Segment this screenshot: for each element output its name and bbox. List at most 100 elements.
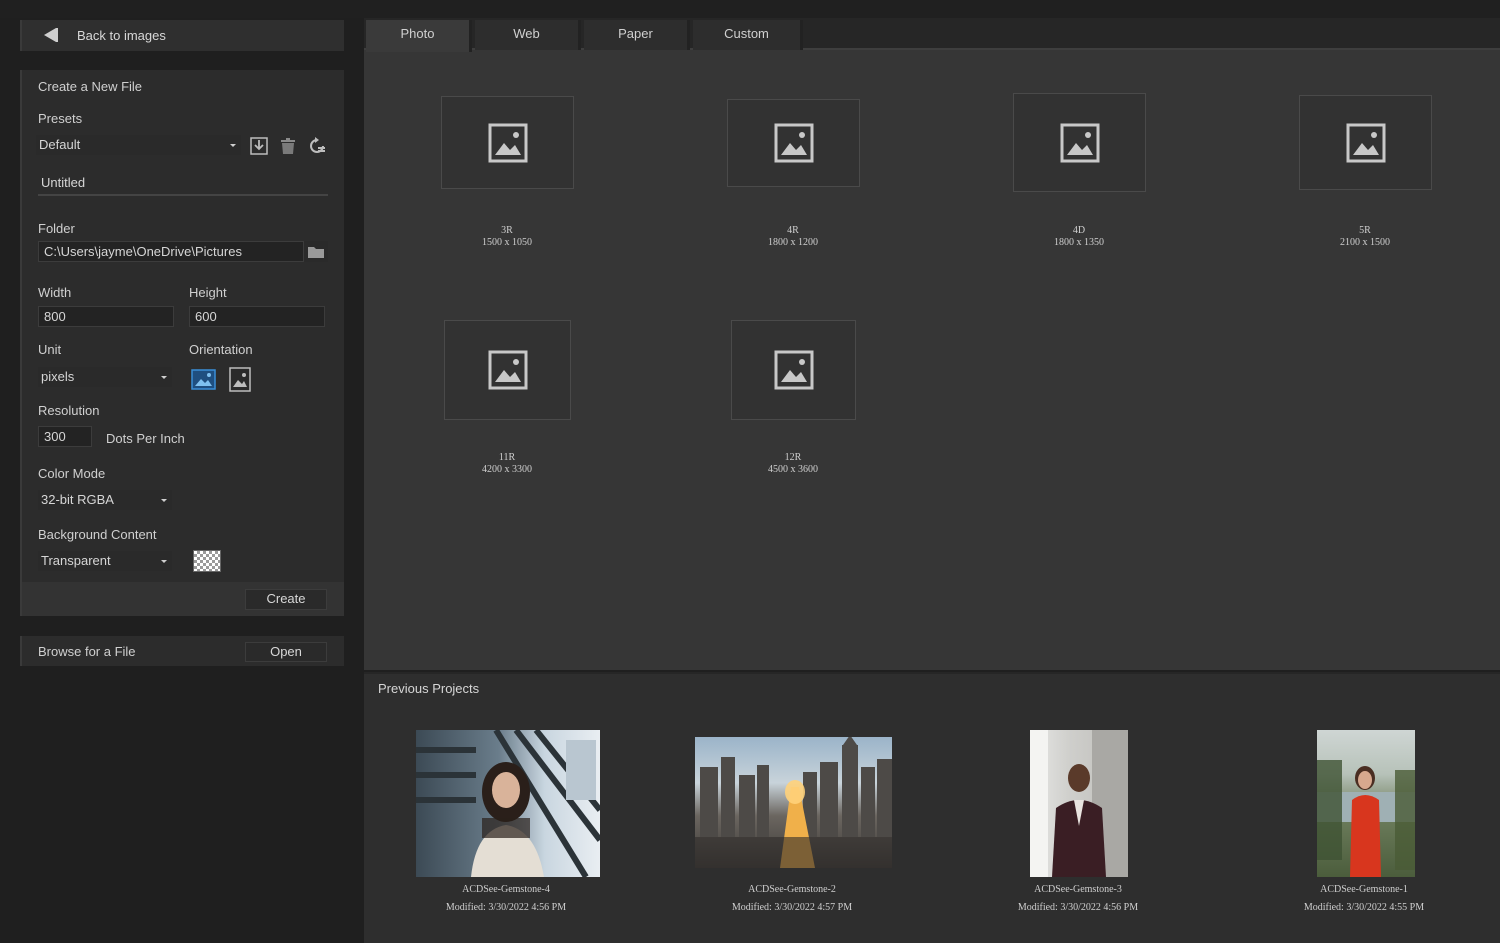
create-footer: Create <box>20 582 344 616</box>
project-caption-gemstone-2: ACDSee-Gemstone-2Modified: 3/30/2022 4:5… <box>692 881 892 917</box>
image-placeholder-icon <box>774 350 814 390</box>
preset-caption-5r: 5R2100 x 1500 <box>1285 225 1445 249</box>
background-content-dropdown[interactable]: Transparent <box>38 551 172 571</box>
browse-for-file-row: Browse for a File Open <box>20 636 344 666</box>
filename-input[interactable]: Untitled <box>38 173 328 196</box>
preset-caption-4d: 4D1800 x 1350 <box>999 225 1159 249</box>
preset-name: 3R <box>427 225 587 237</box>
presets-label: Presets <box>38 111 82 126</box>
orientation-label: Orientation <box>189 342 253 357</box>
create-new-file-panel: Create a New File Presets Default Untitl… <box>20 70 344 616</box>
preset-tile-5r[interactable] <box>1299 95 1432 190</box>
project-photo <box>416 730 600 877</box>
unit-label: Unit <box>38 342 61 357</box>
browse-folder-icon[interactable] <box>304 241 328 262</box>
project-thumbnail-gemstone-3[interactable] <box>1030 730 1128 877</box>
preset-size: 4500 x 3600 <box>713 464 873 476</box>
save-preset-icon[interactable] <box>248 135 270 157</box>
project-modified: Modified: 3/30/2022 4:57 PM <box>692 899 892 917</box>
image-placeholder-icon <box>488 123 528 163</box>
presets-dropdown[interactable]: Default <box>36 135 241 155</box>
portrait-orientation-icon[interactable] <box>229 367 251 392</box>
preset-size: 1500 x 1050 <box>427 237 587 249</box>
project-name: ACDSee-Gemstone-1 <box>1264 881 1464 899</box>
preset-name: 4D <box>999 225 1159 237</box>
color-mode-dropdown[interactable]: 32-bit RGBA <box>38 490 172 510</box>
previous-projects-title: Previous Projects <box>378 681 479 696</box>
image-placeholder-icon <box>1060 123 1100 163</box>
width-label: Width <box>38 285 71 300</box>
background-content-value: Transparent <box>41 553 111 568</box>
panel-title: Create a New File <box>38 79 142 94</box>
project-thumbnail-gemstone-2[interactable] <box>695 737 892 868</box>
project-thumbnail-gemstone-4[interactable] <box>416 730 600 877</box>
project-modified: Modified: 3/30/2022 4:56 PM <box>406 899 606 917</box>
reset-preset-icon[interactable] <box>306 135 328 157</box>
preset-caption-11r: 11R4200 x 3300 <box>427 452 587 476</box>
folder-path-input[interactable]: C:\Users\jayme\OneDrive\Pictures <box>38 241 304 262</box>
preset-tile-11r[interactable] <box>444 320 571 420</box>
tab-paper[interactable]: Paper <box>584 20 690 50</box>
image-placeholder-icon <box>488 350 528 390</box>
preset-tile-4r[interactable] <box>727 99 860 187</box>
preset-name: 4R <box>713 225 873 237</box>
preset-tile-3r[interactable] <box>441 96 574 189</box>
project-name: ACDSee-Gemstone-3 <box>978 881 1178 899</box>
project-modified: Modified: 3/30/2022 4:55 PM <box>1264 899 1464 917</box>
unit-dropdown[interactable]: pixels <box>38 367 172 387</box>
preset-name: 11R <box>427 452 587 464</box>
landscape-orientation-icon[interactable] <box>191 368 216 391</box>
preset-size: 4200 x 3300 <box>427 464 587 476</box>
height-input[interactable]: 600 <box>189 306 325 327</box>
back-to-images-button[interactable]: Back to images <box>20 20 344 51</box>
project-modified: Modified: 3/30/2022 4:56 PM <box>978 899 1178 917</box>
chevron-down-icon <box>161 560 167 563</box>
project-photo <box>695 737 892 868</box>
project-photo <box>1030 730 1128 877</box>
resolution-input[interactable]: 300 <box>38 426 92 447</box>
image-placeholder-icon <box>1346 123 1386 163</box>
open-button[interactable]: Open <box>245 642 327 662</box>
preset-caption-4r: 4R1800 x 1200 <box>713 225 873 249</box>
tab-web[interactable]: Web <box>475 20 581 50</box>
delete-preset-icon[interactable] <box>277 135 299 157</box>
project-photo <box>1317 730 1415 877</box>
width-input[interactable]: 800 <box>38 306 174 327</box>
project-thumbnail-gemstone-1[interactable] <box>1317 730 1415 877</box>
resolution-unit-label: Dots Per Inch <box>106 431 185 446</box>
top-bar <box>0 0 1500 18</box>
transparent-swatch[interactable] <box>193 550 221 572</box>
chevron-down-icon <box>230 144 236 147</box>
back-arrow-icon <box>44 28 56 42</box>
presets-value: Default <box>39 137 80 152</box>
project-caption-gemstone-4: ACDSee-Gemstone-4Modified: 3/30/2022 4:5… <box>406 881 606 917</box>
preset-size: 2100 x 1500 <box>1285 237 1445 249</box>
preset-tile-4d[interactable] <box>1013 93 1146 192</box>
background-content-label: Background Content <box>38 527 157 542</box>
preset-size: 1800 x 1350 <box>999 237 1159 249</box>
resolution-label: Resolution <box>38 403 99 418</box>
project-name: ACDSee-Gemstone-4 <box>406 881 606 899</box>
preset-caption-3r: 3R1500 x 1050 <box>427 225 587 249</box>
project-caption-gemstone-1: ACDSee-Gemstone-1Modified: 3/30/2022 4:5… <box>1264 881 1464 917</box>
preset-name: 5R <box>1285 225 1445 237</box>
chevron-down-icon <box>161 499 167 502</box>
project-name: ACDSee-Gemstone-2 <box>692 881 892 899</box>
preset-size: 1800 x 1200 <box>713 237 873 249</box>
preset-name: 12R <box>713 452 873 464</box>
unit-value: pixels <box>41 369 74 384</box>
color-mode-value: 32-bit RGBA <box>41 492 114 507</box>
create-button[interactable]: Create <box>245 589 327 610</box>
folder-label: Folder <box>38 221 75 236</box>
browse-label: Browse for a File <box>38 644 136 659</box>
image-placeholder-icon <box>774 123 814 163</box>
color-mode-label: Color Mode <box>38 466 105 481</box>
tab-photo[interactable]: Photo <box>366 20 472 52</box>
preset-caption-12r: 12R4500 x 3600 <box>713 452 873 476</box>
back-to-images-label: Back to images <box>77 28 166 43</box>
height-label: Height <box>189 285 227 300</box>
chevron-down-icon <box>161 376 167 379</box>
preset-tile-12r[interactable] <box>731 320 856 420</box>
project-caption-gemstone-3: ACDSee-Gemstone-3Modified: 3/30/2022 4:5… <box>978 881 1178 917</box>
tab-custom[interactable]: Custom <box>693 20 803 50</box>
